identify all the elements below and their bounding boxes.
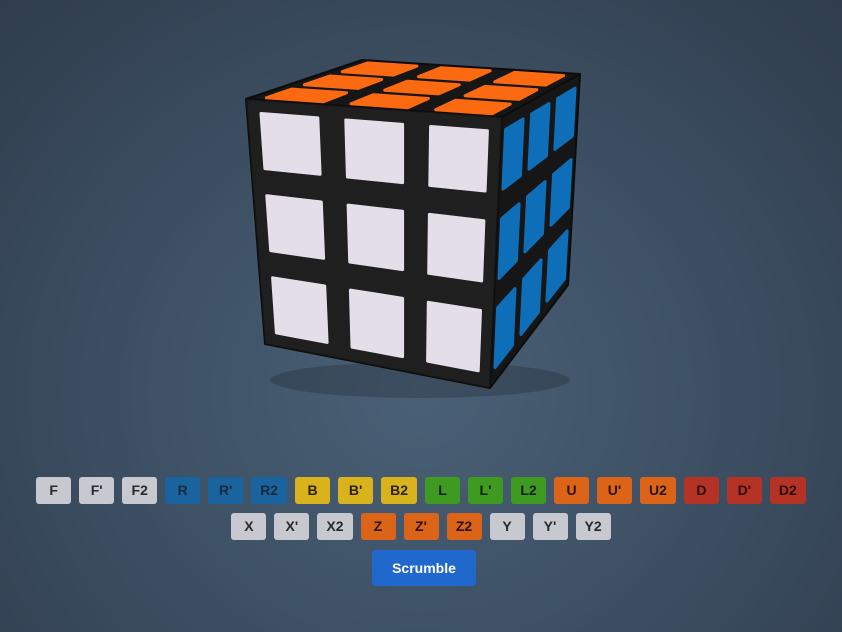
move-button-z[interactable]: Z bbox=[360, 513, 396, 540]
move-button-y2[interactable]: Y2 bbox=[575, 513, 611, 540]
move-button-f[interactable]: F bbox=[36, 477, 72, 504]
move-button-b[interactable]: B bbox=[295, 477, 331, 504]
move-button-d[interactable]: D bbox=[683, 477, 719, 504]
move-button-r[interactable]: R bbox=[165, 477, 201, 504]
move-button-x[interactable]: X bbox=[231, 513, 267, 540]
move-button-b2[interactable]: B2 bbox=[381, 477, 417, 504]
move-button-u-prime[interactable]: U' bbox=[597, 477, 632, 504]
move-button-l-prime[interactable]: L' bbox=[468, 477, 503, 504]
move-button-f-prime[interactable]: F' bbox=[79, 477, 115, 504]
move-button-l[interactable]: L bbox=[425, 477, 460, 504]
move-button-u2[interactable]: U2 bbox=[640, 477, 676, 504]
move-button-y[interactable]: Y bbox=[489, 513, 525, 540]
move-button-x-prime[interactable]: X' bbox=[274, 513, 310, 540]
move-button-z-prime[interactable]: Z' bbox=[403, 513, 439, 540]
move-button-y-prime[interactable]: Y' bbox=[532, 513, 568, 540]
move-button-u[interactable]: U bbox=[554, 477, 589, 504]
move-buttons-row-1: F F' F2 R R' R2 B B' B2 L L' L2 U U' U2 D D' D2 bbox=[0, 477, 842, 504]
move-button-b-prime[interactable]: B' bbox=[338, 477, 374, 504]
move-button-d2[interactable]: D2 bbox=[769, 477, 806, 504]
move-button-x2[interactable]: X2 bbox=[317, 513, 353, 540]
move-button-d-prime[interactable]: D' bbox=[726, 477, 762, 504]
move-button-r-prime[interactable]: R' bbox=[208, 477, 244, 504]
move-button-f2[interactable]: F2 bbox=[122, 477, 158, 504]
move-button-l2[interactable]: L2 bbox=[511, 477, 546, 504]
move-button-z2[interactable]: Z2 bbox=[446, 513, 482, 540]
move-buttons-row-2: X X' X2 Z Z' Z2 Y Y' Y2 bbox=[0, 513, 842, 540]
move-button-r2[interactable]: R2 bbox=[251, 477, 288, 504]
cube-front-highlight bbox=[246, 99, 502, 388]
scramble-button[interactable]: Scrumble bbox=[372, 550, 476, 586]
